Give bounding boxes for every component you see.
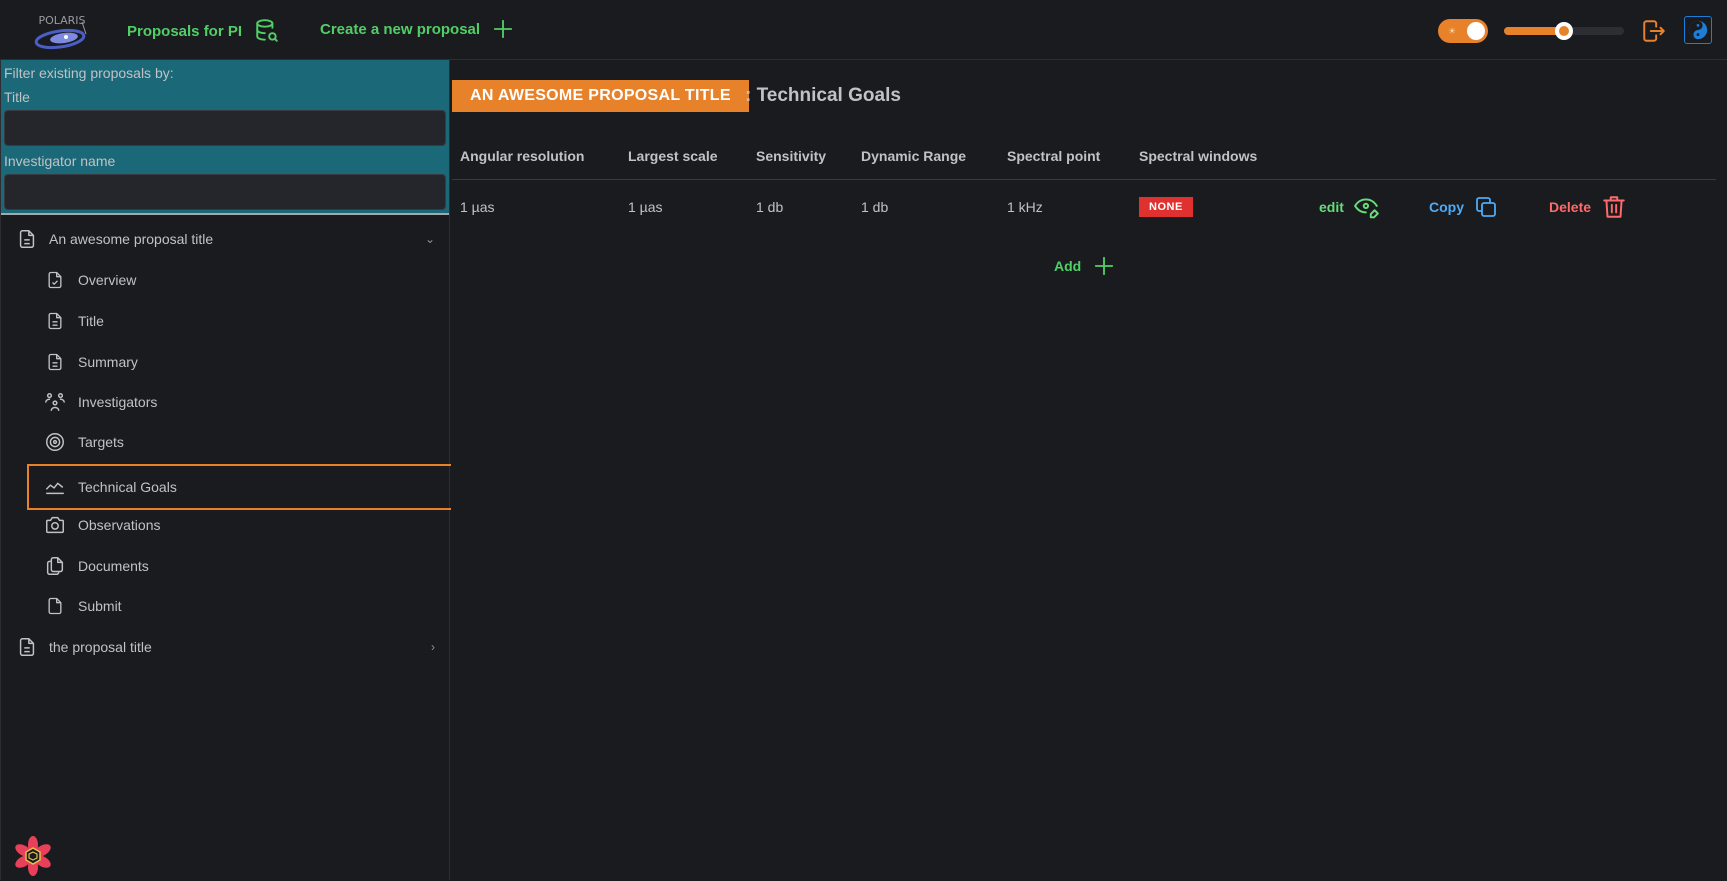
sidebar-item-targets[interactable]: Targets bbox=[43, 422, 449, 462]
column-header: Largest scale bbox=[620, 134, 748, 180]
sidebar-item-label: Targets bbox=[78, 434, 124, 450]
create-new-proposal-label: Create a new proposal bbox=[320, 20, 481, 38]
add-technical-goal-button[interactable]: Add bbox=[1054, 255, 1115, 277]
font-size-slider[interactable] bbox=[1504, 22, 1624, 40]
files-icon bbox=[43, 554, 67, 578]
delete-cell: Delete bbox=[1541, 179, 1716, 235]
sidebar-item-label: Observations bbox=[78, 517, 161, 533]
proposal-item-the-proposal-title[interactable]: the proposal title › bbox=[15, 627, 445, 667]
title-filter-input[interactable] bbox=[4, 110, 446, 146]
column-header: Spectral point bbox=[999, 134, 1131, 180]
sidebar-item-investigators[interactable]: Investigators bbox=[43, 382, 449, 422]
sidebar-item-label: Title bbox=[78, 313, 104, 329]
proposals-for-pi-label: Proposals for PI bbox=[127, 22, 243, 40]
delete-button[interactable]: Delete bbox=[1549, 194, 1627, 220]
file-text-icon bbox=[15, 227, 39, 251]
dynamic-range-cell: 1 db bbox=[861, 199, 889, 216]
sidebar-item-label: Overview bbox=[78, 272, 137, 288]
sidebar-item-label: Documents bbox=[78, 558, 149, 574]
column-header: Dynamic Range bbox=[853, 134, 999, 180]
trash-icon bbox=[1603, 196, 1625, 218]
plus-icon bbox=[493, 19, 513, 39]
column-header: Angular resolution bbox=[452, 134, 620, 180]
logout-button[interactable] bbox=[1641, 18, 1667, 49]
sidebar-item-submit[interactable]: Submit bbox=[43, 586, 449, 626]
spectral-point-cell: 1 kHz bbox=[1007, 199, 1043, 216]
sidebar-item-label: Summary bbox=[78, 354, 138, 370]
sidebar-item-overview[interactable]: Overview bbox=[43, 260, 449, 300]
chevron-down-icon[interactable]: ⌄ bbox=[425, 232, 435, 246]
toggle-knob bbox=[1467, 22, 1485, 40]
polaris-logo[interactable]: POLARIS bbox=[30, 12, 94, 52]
page-title: : Technical Goals bbox=[745, 85, 901, 106]
table-row: 1 µas 1 µas 1 db 1 db 1 kHz NONE edit Co… bbox=[452, 179, 1716, 235]
sidebar-item-label: Investigators bbox=[78, 394, 158, 410]
column-header: Sensitivity bbox=[748, 134, 853, 180]
edit-cell: edit bbox=[1311, 179, 1421, 235]
sidebar-item-observations[interactable]: Observations bbox=[43, 505, 449, 545]
column-header-delete bbox=[1541, 134, 1716, 180]
slider-thumb[interactable] bbox=[1555, 22, 1573, 40]
database-search-icon bbox=[256, 19, 278, 42]
react-query-devtools-logo[interactable] bbox=[13, 836, 53, 881]
investigator-filter-label: Investigator name bbox=[4, 153, 116, 169]
copy-cell: Copy bbox=[1421, 179, 1541, 235]
column-header-edit bbox=[1311, 134, 1421, 180]
yin-yang-icon bbox=[1688, 20, 1708, 40]
sidebar: Filter existing proposals by: Title Inve… bbox=[0, 60, 451, 881]
filter-heading: Filter existing proposals by: bbox=[4, 65, 174, 81]
investigator-filter-input[interactable] bbox=[4, 174, 446, 210]
sidebar-item-label: Technical Goals bbox=[78, 479, 177, 495]
technical-goals-table: Angular resolution Largest scale Sensiti… bbox=[452, 134, 1716, 235]
spectral-windows-badge: NONE bbox=[1139, 197, 1193, 218]
spectral-windows-cell: NONE bbox=[1131, 179, 1311, 235]
proposal-item-an-awesome-proposal-title[interactable]: An awesome proposal title ⌄ bbox=[15, 219, 445, 259]
eye-edit-icon bbox=[1353, 198, 1379, 219]
delete-label: Delete bbox=[1549, 199, 1592, 216]
table-header-row: Angular resolution Largest scale Sensiti… bbox=[452, 134, 1716, 180]
logout-icon bbox=[1643, 20, 1665, 42]
proposal-label: the proposal title bbox=[49, 639, 152, 655]
file-text-icon bbox=[15, 635, 39, 659]
main-content: AN AWESOME PROPOSAL TITLE : Technical Go… bbox=[452, 60, 1727, 880]
proposal-title-badge: AN AWESOME PROPOSAL TITLE bbox=[452, 80, 749, 112]
create-new-proposal-link[interactable]: Create a new proposal bbox=[320, 18, 514, 40]
file-check-icon bbox=[43, 268, 67, 292]
color-scheme-toggle[interactable]: ☀ bbox=[1438, 19, 1488, 43]
largest-scale-cell: 1 µas bbox=[628, 199, 663, 216]
target-icon bbox=[43, 430, 67, 454]
copy-label: Copy bbox=[1429, 199, 1464, 216]
top-bar: POLARIS Proposals for PI Create a new pr… bbox=[0, 0, 1727, 60]
sensitivity-cell: 1 db bbox=[756, 199, 784, 216]
chevron-right-icon[interactable]: › bbox=[431, 640, 435, 654]
file-icon bbox=[43, 594, 67, 618]
theme-switch-button[interactable] bbox=[1684, 16, 1712, 44]
file-text-icon bbox=[43, 309, 67, 333]
column-header-copy bbox=[1421, 134, 1541, 180]
angular-resolution-cell: 1 µas bbox=[460, 199, 495, 216]
proposal-label: An awesome proposal title bbox=[49, 231, 214, 247]
proposals-for-pi-link[interactable]: Proposals for PI bbox=[127, 18, 280, 44]
file-text-icon bbox=[43, 350, 67, 374]
chart-line-icon bbox=[43, 475, 67, 499]
users-group-icon bbox=[43, 390, 67, 414]
sun-icon: ☀ bbox=[1448, 26, 1457, 36]
sidebar-item-documents[interactable]: Documents bbox=[43, 546, 449, 586]
sidebar-item-summary[interactable]: Summary bbox=[43, 342, 449, 382]
edit-button[interactable]: edit bbox=[1319, 194, 1380, 220]
edit-label: edit bbox=[1319, 199, 1344, 216]
sidebar-item-technical-goals[interactable]: Technical Goals bbox=[27, 464, 451, 510]
copy-button[interactable]: Copy bbox=[1429, 195, 1498, 219]
svg-text:POLARIS: POLARIS bbox=[38, 14, 85, 27]
camera-icon bbox=[43, 513, 67, 537]
sidebar-item-label: Submit bbox=[78, 598, 122, 614]
filter-panel: Filter existing proposals by: Title Inve… bbox=[1, 60, 449, 215]
plus-icon bbox=[1095, 256, 1114, 276]
copy-icon bbox=[1476, 197, 1496, 218]
sidebar-item-title[interactable]: Title bbox=[43, 301, 449, 341]
column-header: Spectral windows bbox=[1131, 134, 1311, 180]
title-filter-label: Title bbox=[4, 89, 30, 105]
add-label: Add bbox=[1054, 258, 1082, 274]
